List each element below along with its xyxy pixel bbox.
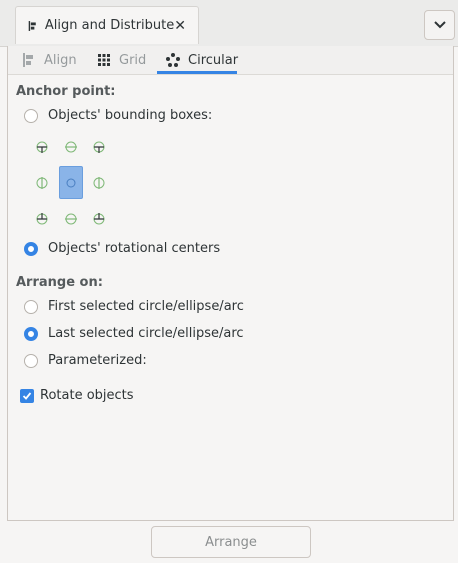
arrange-on-title: Arrange on: (16, 275, 103, 290)
anchor-top-center[interactable] (64, 140, 78, 154)
tab-align[interactable]: Align (22, 46, 77, 74)
bounding-boxes-label: Objects' bounding boxes: (48, 108, 213, 123)
arrange-last-selected-option[interactable]: Last selected circle/ellipse/arc (24, 326, 244, 341)
arrange-button[interactable]: Arrange (151, 526, 311, 558)
anchor-bottom-left[interactable] (35, 212, 49, 226)
tab-align-label: Align (44, 52, 77, 68)
anchor-bottom-center[interactable] (64, 212, 78, 226)
subtab-bar: Align Grid Circular (8, 46, 453, 75)
arrange-last-selected-label: Last selected circle/ellipse/arc (48, 326, 244, 341)
active-tab-indicator (157, 71, 237, 74)
rotate-objects-checkbox[interactable] (20, 388, 34, 403)
anchor-middle-left[interactable] (35, 176, 49, 190)
action-bar: Arrange (0, 521, 458, 563)
arrange-parameterized-option[interactable]: Parameterized: (24, 353, 147, 368)
rotate-objects-option[interactable]: Rotate objects (20, 388, 134, 403)
dialog-tab-title: Align and Distribute (44, 18, 175, 33)
arrange-first-selected-option[interactable]: First selected circle/ellipse/arc (24, 299, 244, 314)
close-icon[interactable]: ✕ (174, 18, 186, 34)
bounding-boxes-radio[interactable] (24, 108, 38, 123)
anchor-middle-right[interactable] (92, 176, 106, 190)
align-icon (28, 20, 36, 31)
tab-grid[interactable]: Grid (97, 46, 146, 74)
tab-circular[interactable]: Circular (166, 46, 238, 74)
rotational-centers-label: Objects' rotational centers (48, 241, 221, 256)
arrange-first-selected-label: First selected circle/ellipse/arc (48, 299, 244, 314)
tab-circular-label: Circular (188, 52, 239, 68)
anchor-top-left[interactable] (35, 140, 49, 154)
anchor-top-right[interactable] (92, 140, 106, 154)
anchor-point-title: Anchor point: (16, 84, 116, 99)
chevron-down-icon (433, 21, 446, 29)
bounding-boxes-option[interactable]: Objects' bounding boxes: (24, 108, 212, 123)
dialog-tab[interactable]: Align and Distribute ✕ (15, 6, 199, 44)
arrange-last-selected-radio[interactable] (24, 326, 38, 341)
tab-grid-label: Grid (119, 52, 147, 68)
arrange-first-selected-radio[interactable] (24, 299, 38, 314)
circular-icon (166, 53, 180, 67)
dock-menu-button[interactable] (424, 10, 455, 40)
rotational-centers-option[interactable]: Objects' rotational centers (24, 241, 220, 256)
anchor-center[interactable] (59, 166, 83, 199)
arrange-parameterized-radio[interactable] (24, 353, 38, 368)
check-icon (22, 391, 32, 400)
dock-header: Align and Distribute ✕ (0, 0, 458, 47)
arrange-parameterized-label: Parameterized: (48, 353, 147, 368)
rotational-centers-radio[interactable] (24, 241, 38, 256)
rotate-objects-label: Rotate objects (40, 388, 134, 403)
align-icon (23, 53, 33, 67)
grid-icon (98, 54, 110, 66)
anchor-center-icon (66, 178, 76, 187)
anchor-bottom-right[interactable] (92, 212, 106, 226)
